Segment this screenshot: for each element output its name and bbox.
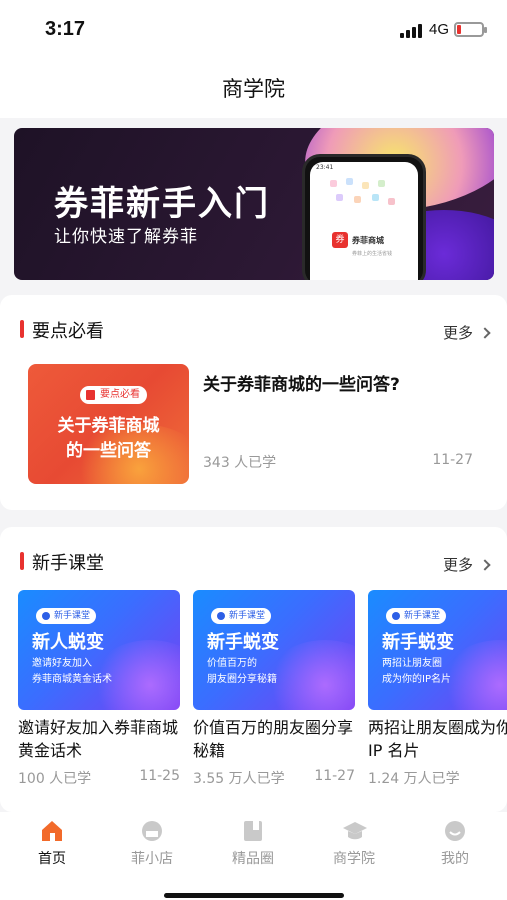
banner-subtitle: 让你快速了解券菲 — [54, 227, 198, 247]
book-icon — [241, 820, 265, 842]
user-icon — [392, 612, 400, 620]
course-date: 11-25 — [139, 768, 180, 784]
promo-banner[interactable]: 券菲新手入门 让你快速了解券菲 23:41 券 券菲商城 券菲上的生活省钱 — [14, 128, 494, 280]
course-title: 两招让朋友圈成为你的 IP 名片 — [368, 718, 507, 760]
thumbnail-subtitle: 邀请好友加入 券菲商城黄金话术 — [32, 656, 172, 688]
more-label: 更多 — [442, 324, 473, 342]
learner-count: 100 人已学 — [18, 771, 92, 787]
tab-label: 精品圈 — [232, 851, 274, 867]
thumbnail-badge: 新手课堂 — [386, 608, 447, 624]
home-icon — [40, 820, 64, 842]
shop-icon — [140, 820, 164, 842]
tab-label: 首页 — [38, 851, 66, 867]
more-button[interactable]: 更多 — [442, 554, 491, 575]
navigation-bar: 商学院 — [0, 60, 507, 118]
tab-shop[interactable]: 菲小店 — [117, 820, 187, 868]
thumbnail-badge: 新手课堂 — [36, 608, 97, 624]
course-title: 邀请好友加入券菲商城黄金话术 — [18, 718, 179, 760]
phone-app-tagline: 券菲上的生活省钱 — [352, 251, 393, 257]
section-title: 要点必看 — [20, 317, 104, 343]
thumbnail-subtitle-line1: 邀请好友加入 — [32, 658, 92, 669]
badge-label: 新手课堂 — [404, 611, 441, 621]
course-thumbnail: 新手课堂 新手蜕变 价值百万的 朋友圈分享秘籍 — [193, 590, 355, 710]
phone-mockup-time: 23:41 — [316, 164, 334, 171]
tab-label: 我的 — [441, 851, 469, 867]
smile-icon — [443, 820, 467, 842]
tab-label: 商学院 — [333, 851, 375, 867]
thumbnail-subtitle: 两招让朋友圈 成为你的IP名片 — [382, 656, 507, 688]
badge-label: 新手课堂 — [229, 611, 266, 621]
thumbnail-title-line2: 的一些问答 — [66, 441, 151, 461]
tab-academy[interactable]: 商学院 — [319, 820, 389, 868]
course-date: 11-27 — [314, 768, 355, 784]
course-card[interactable]: 新手课堂 新人蜕变 邀请好友加入 券菲商城黄金话术 邀请好友加入券菲商城黄金话术… — [18, 590, 180, 788]
home-indicator — [164, 893, 344, 898]
tab-home[interactable]: 首页 — [17, 820, 87, 868]
thumbnail-title: 新手蜕变 — [382, 632, 454, 653]
course-thumbnail: 新手课堂 新手蜕变 两招让朋友圈 成为你的IP名片 — [368, 590, 507, 710]
course-card[interactable]: 新手课堂 新手蜕变 两招让朋友圈 成为你的IP名片 两招让朋友圈成为你的 IP … — [368, 590, 507, 788]
article-date: 11-27 — [432, 452, 473, 468]
more-button[interactable]: 更多 — [442, 322, 491, 343]
phone-app-logo: 券 券菲商城 — [332, 232, 384, 248]
thumbnail-title: 新手蜕变 — [207, 632, 279, 653]
newbie-course-section: 新手课堂 更多 新手课堂 新人蜕变 邀请好友加入 券菲商城黄金话术 邀请好友加入… — [0, 527, 507, 812]
user-icon — [42, 612, 50, 620]
phone-app-name: 券菲商城 — [352, 235, 384, 245]
signal-icon — [400, 24, 422, 38]
chevron-right-icon — [479, 558, 491, 571]
bookmark-icon — [86, 390, 95, 400]
badge-label: 要点必看 — [100, 389, 140, 400]
course-card[interactable]: 新手课堂 新手蜕变 价值百万的 朋友圈分享秘籍 价值百万的朋友圈分享秘籍 3.5… — [193, 590, 355, 788]
thumbnail-title-line1: 关于券菲商城 — [57, 416, 160, 436]
course-carousel[interactable]: 新手课堂 新人蜕变 邀请好友加入 券菲商城黄金话术 邀请好友加入券菲商城黄金话术… — [18, 590, 507, 790]
tab-label: 菲小店 — [131, 851, 173, 867]
page-title: 商学院 — [222, 77, 285, 101]
badge-label: 新手课堂 — [54, 611, 91, 621]
course-title: 价值百万的朋友圈分享秘籍 — [193, 718, 354, 760]
course-thumbnail: 新手课堂 新人蜕变 邀请好友加入 券菲商城黄金话术 — [18, 590, 180, 710]
learner-count: 1.24 万人已学 — [368, 771, 460, 787]
thumbnail-subtitle: 价值百万的 朋友圈分享秘籍 — [207, 656, 347, 688]
more-label: 更多 — [442, 556, 473, 574]
status-time: 3:17 — [45, 18, 86, 40]
banner-title: 券菲新手入门 — [54, 184, 270, 224]
thumbnail-badge: 要点必看 — [80, 386, 147, 404]
article-thumbnail: 要点必看 关于券菲商城 的一些问答 — [28, 364, 189, 484]
key-points-section: 要点必看 更多 要点必看 关于券菲商城 的一些问答 关于券菲商城的一些问答? 3… — [0, 295, 507, 510]
chevron-right-icon — [479, 326, 491, 339]
learner-count: 343 人已学 — [203, 455, 277, 471]
thumbnail-subtitle-line1: 价值百万的 — [207, 658, 257, 669]
phone-mockup-image: 23:41 券 券菲商城 券菲上的生活省钱 — [302, 154, 426, 280]
thumbnail-subtitle-line2: 券菲商城黄金话术 — [32, 674, 112, 685]
bottom-tab-bar: 首页 菲小店 精品圈 商学院 我的 — [0, 812, 507, 900]
battery-icon — [454, 22, 487, 37]
network-type: 4G — [429, 21, 450, 38]
thumbnail-badge: 新手课堂 — [211, 608, 272, 624]
thumbnail-title: 新人蜕变 — [32, 632, 104, 653]
section-title: 新手课堂 — [20, 549, 104, 575]
thumbnail-subtitle-line1: 两招让朋友圈 — [382, 658, 442, 669]
graduation-cap-icon — [342, 820, 367, 842]
thumbnail-subtitle-line2: 成为你的IP名片 — [382, 674, 451, 685]
thumbnail-title: 关于券菲商城 的一些问答 — [28, 414, 189, 464]
tab-me[interactable]: 我的 — [420, 820, 490, 868]
article-title: 关于券菲商城的一些问答? — [203, 375, 400, 395]
status-bar: 3:17 4G — [0, 0, 507, 60]
thumbnail-subtitle-line2: 朋友圈分享秘籍 — [207, 674, 277, 685]
learner-count: 3.55 万人已学 — [193, 771, 285, 787]
tab-collection[interactable]: 精品圈 — [218, 820, 288, 868]
user-icon — [217, 612, 225, 620]
